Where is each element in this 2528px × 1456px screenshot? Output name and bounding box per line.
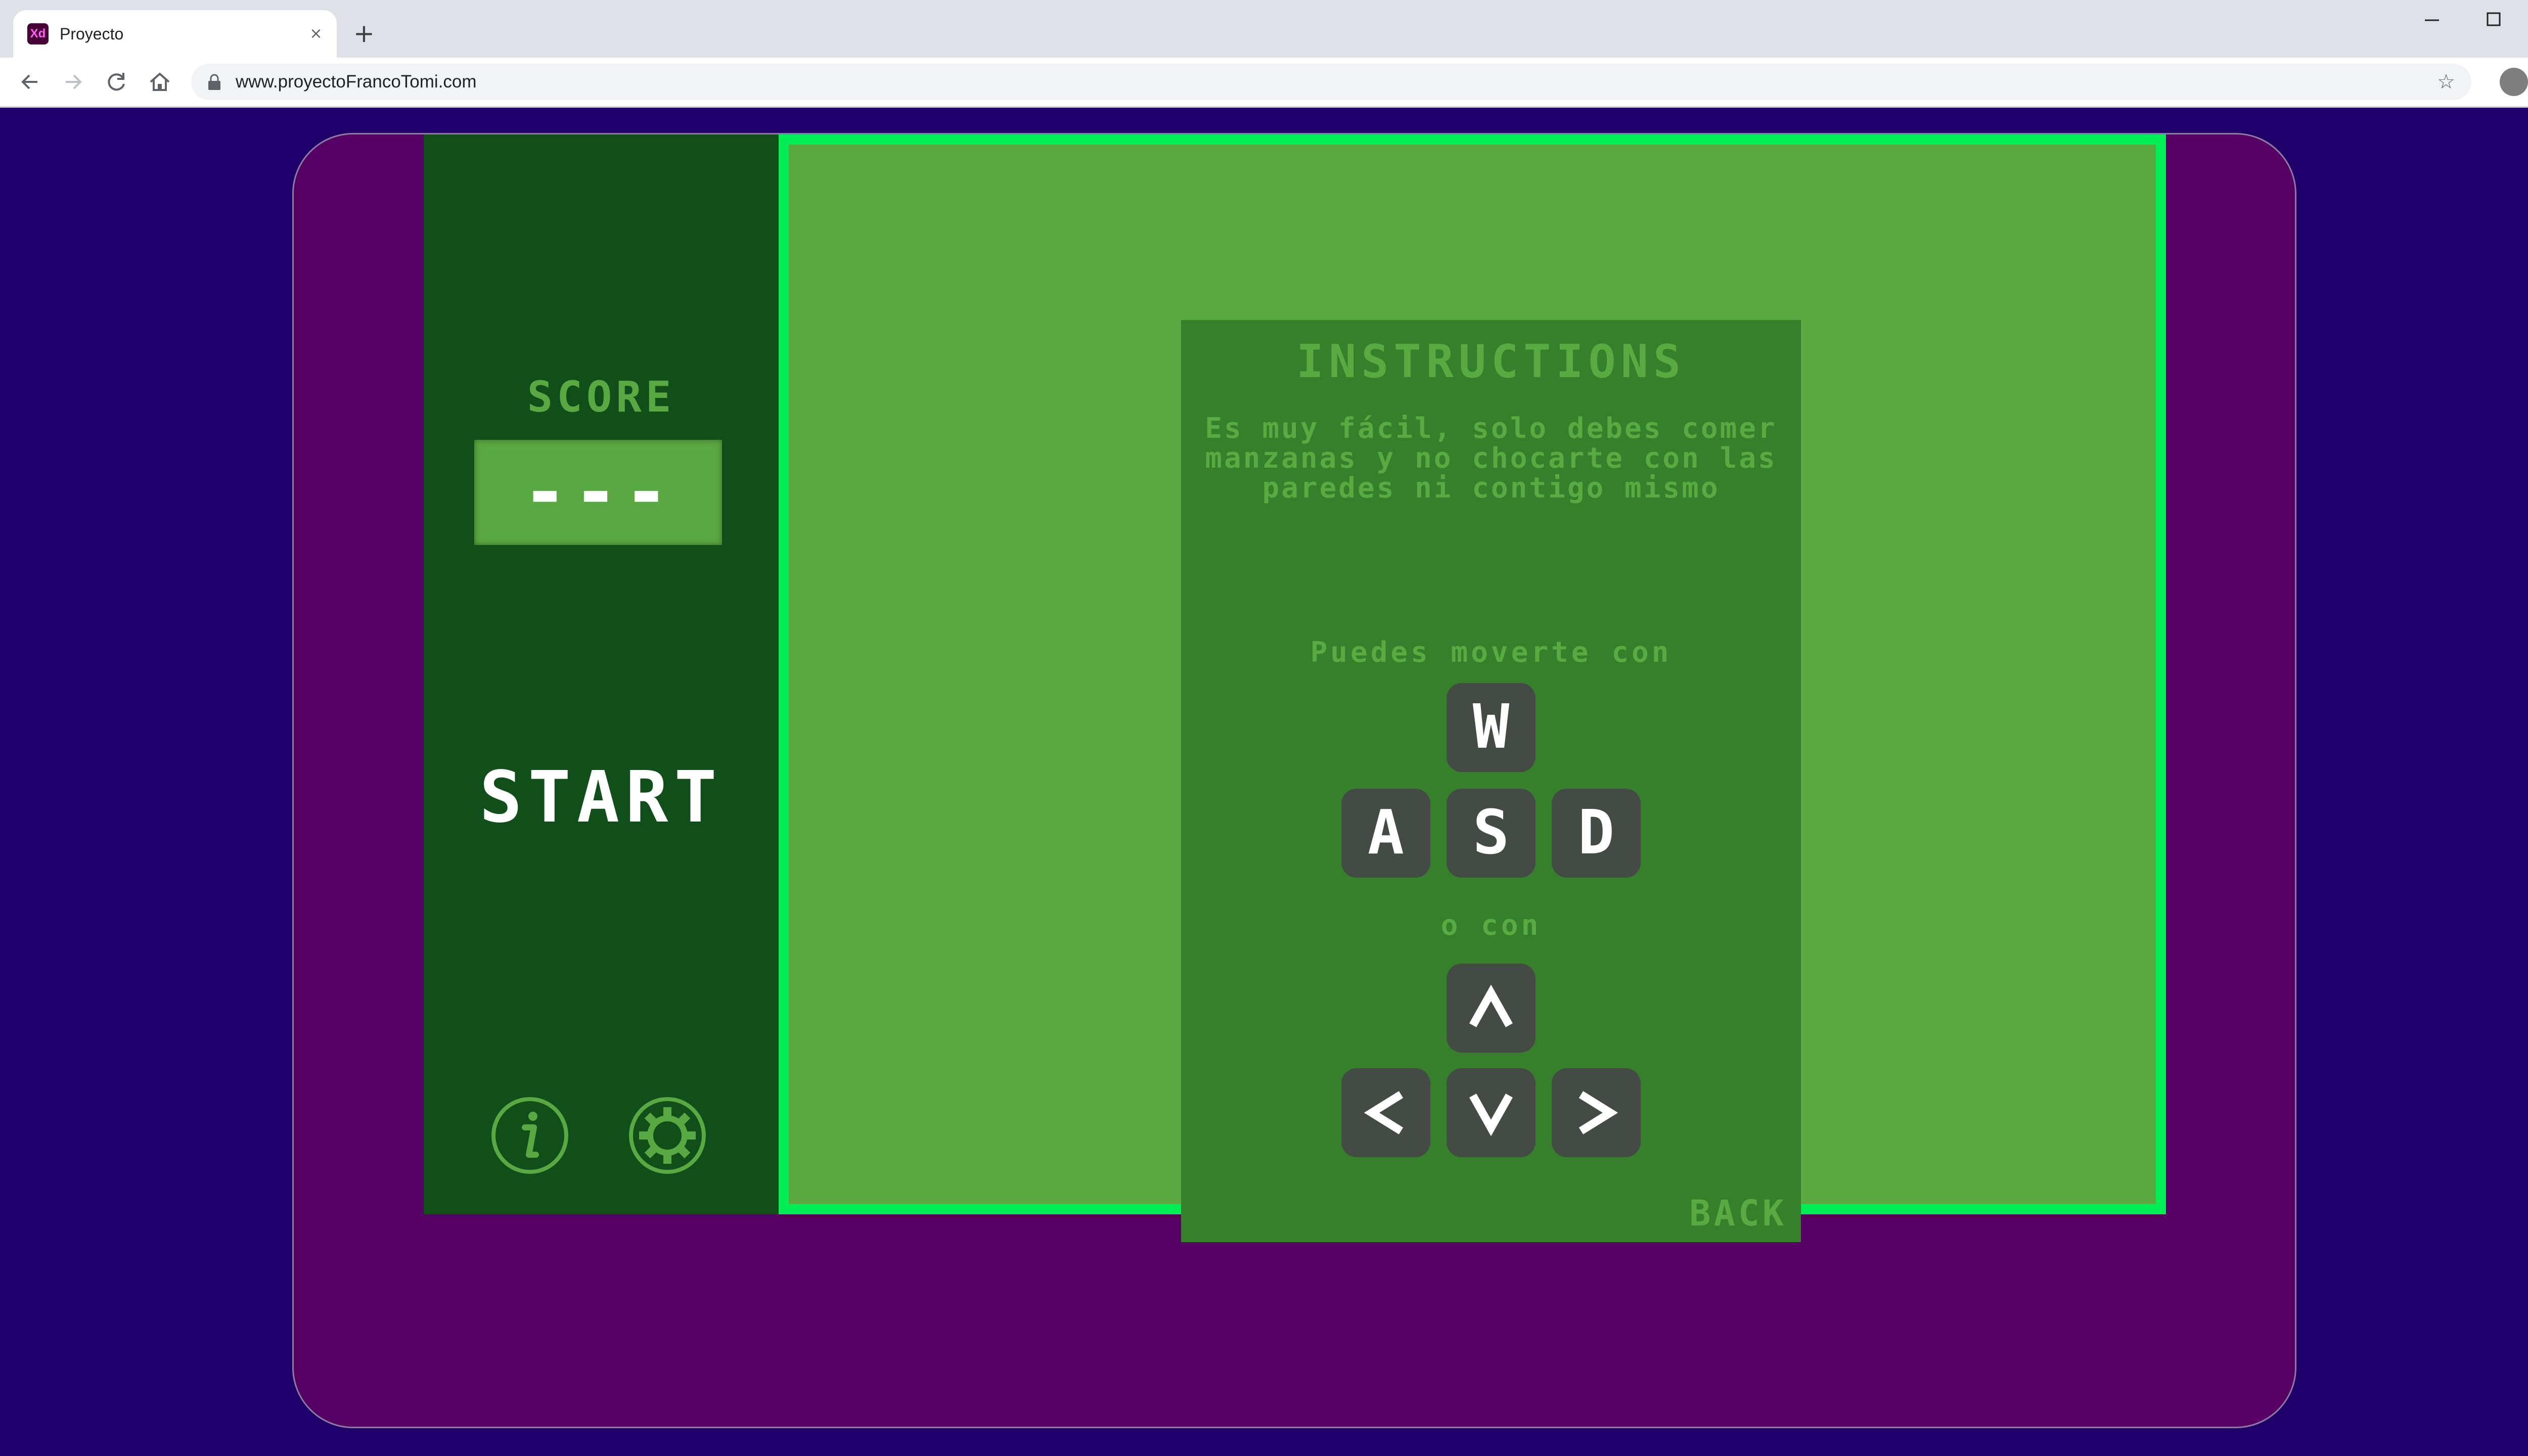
score-value: ---	[474, 440, 722, 545]
browser-tab-bar: Xd Proyecto × +	[0, 0, 2528, 58]
tab-title: Proyecto	[60, 25, 124, 43]
arrow-up-icon	[1447, 964, 1536, 1053]
lock-icon	[208, 74, 220, 90]
tab-close-icon[interactable]: ×	[305, 23, 327, 44]
reload-icon[interactable]	[101, 67, 131, 97]
or-with-text: o con	[1440, 909, 1542, 942]
back-arrow-icon[interactable]	[15, 67, 46, 97]
move-with-text: Puedes moverte con	[1310, 636, 1672, 669]
key-w: W	[1447, 683, 1536, 772]
info-icon[interactable]	[489, 1095, 570, 1176]
home-icon[interactable]	[145, 67, 175, 97]
url-text[interactable]: www.proyectoFrancoTomi.com	[236, 64, 477, 100]
browser-tab[interactable]: Xd Proyecto ×	[13, 10, 337, 58]
arrow-down-icon	[1447, 1068, 1536, 1157]
key-s: S	[1447, 789, 1536, 878]
arrow-left-icon	[1341, 1068, 1430, 1157]
new-tab-icon[interactable]: +	[349, 18, 379, 49]
xd-favicon-icon: Xd	[27, 23, 49, 44]
minimize-icon[interactable]	[2412, 7, 2452, 32]
bookmark-star-icon[interactable]: ☆	[2431, 67, 2461, 97]
game-sidebar: SCORE --- START	[424, 134, 779, 1214]
maximize-icon[interactable]	[2473, 7, 2514, 32]
key-a: A	[1341, 789, 1430, 878]
browser-toolbar: www.proyectoFrancoTomi.com ☆ ⋮	[0, 58, 2528, 108]
forward-arrow-icon[interactable]	[58, 67, 88, 97]
profile-avatar-icon[interactable]	[2500, 68, 2528, 96]
gear-icon[interactable]	[627, 1095, 708, 1176]
arrow-right-icon	[1552, 1068, 1641, 1157]
address-bar[interactable]: www.proyectoFrancoTomi.com ☆	[191, 64, 2471, 100]
back-button[interactable]: BACK	[1689, 1193, 1787, 1234]
key-d: D	[1552, 789, 1641, 878]
instructions-text: Es muy fácil, solo debes comer manzanas …	[1205, 412, 1777, 505]
instructions-panel: INSTRUCTIONS Es muy fácil, solo debes co…	[1181, 320, 1801, 1242]
score-label: SCORE	[527, 372, 675, 422]
start-button[interactable]: START	[424, 756, 779, 839]
instructions-title: INSTRUCTIONS	[1296, 335, 1686, 388]
